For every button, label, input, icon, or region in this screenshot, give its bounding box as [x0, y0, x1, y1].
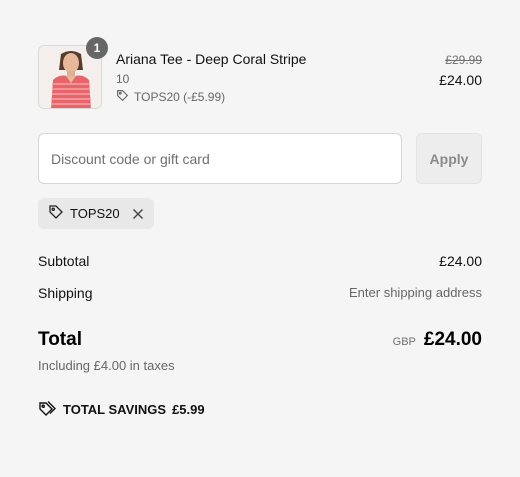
tag-icon	[116, 89, 129, 105]
discount-form: Apply	[38, 133, 482, 184]
shipping-label: Shipping	[38, 285, 93, 301]
subtotal-row: Subtotal £24.00	[38, 253, 482, 269]
item-price: £24.00	[439, 72, 482, 88]
apply-button[interactable]: Apply	[416, 133, 482, 184]
line-item: 1 Ariana Tee - Deep Coral Stripe 10 TOPS…	[38, 37, 482, 109]
savings-label: TOTAL SAVINGS	[63, 402, 167, 417]
shipping-value: Enter shipping address	[349, 285, 482, 300]
close-icon[interactable]	[132, 208, 144, 220]
item-discount-label: TOPS20 (-£5.99)	[134, 90, 226, 104]
compare-at-price: £29.99	[445, 53, 482, 67]
discount-code-input[interactable]	[38, 133, 402, 184]
total-value: £24.00	[423, 329, 482, 350]
applied-code: TOPS20	[70, 206, 120, 221]
quantity-badge: 1	[86, 37, 108, 59]
subtotal-value: £24.00	[439, 253, 482, 269]
shipping-row: Shipping Enter shipping address	[38, 285, 482, 301]
tag-icon	[48, 204, 64, 223]
product-name: Ariana Tee - Deep Coral Stripe	[116, 51, 307, 67]
total-label: Total	[38, 329, 82, 350]
tags-icon	[38, 400, 57, 419]
taxes-note: Including £4.00 in taxes	[38, 358, 175, 373]
product-variant: 10	[116, 72, 130, 86]
currency-code: GBP	[392, 336, 416, 348]
subtotal-label: Subtotal	[38, 253, 90, 269]
savings-value: £5.99	[172, 402, 205, 417]
total-amount: GBP £24.00	[393, 329, 482, 351]
total-savings: TOTAL SAVINGS £5.99	[38, 400, 205, 419]
applied-discount-chip: TOPS20	[38, 198, 154, 229]
item-discount: TOPS20 (-£5.99)	[116, 89, 225, 105]
